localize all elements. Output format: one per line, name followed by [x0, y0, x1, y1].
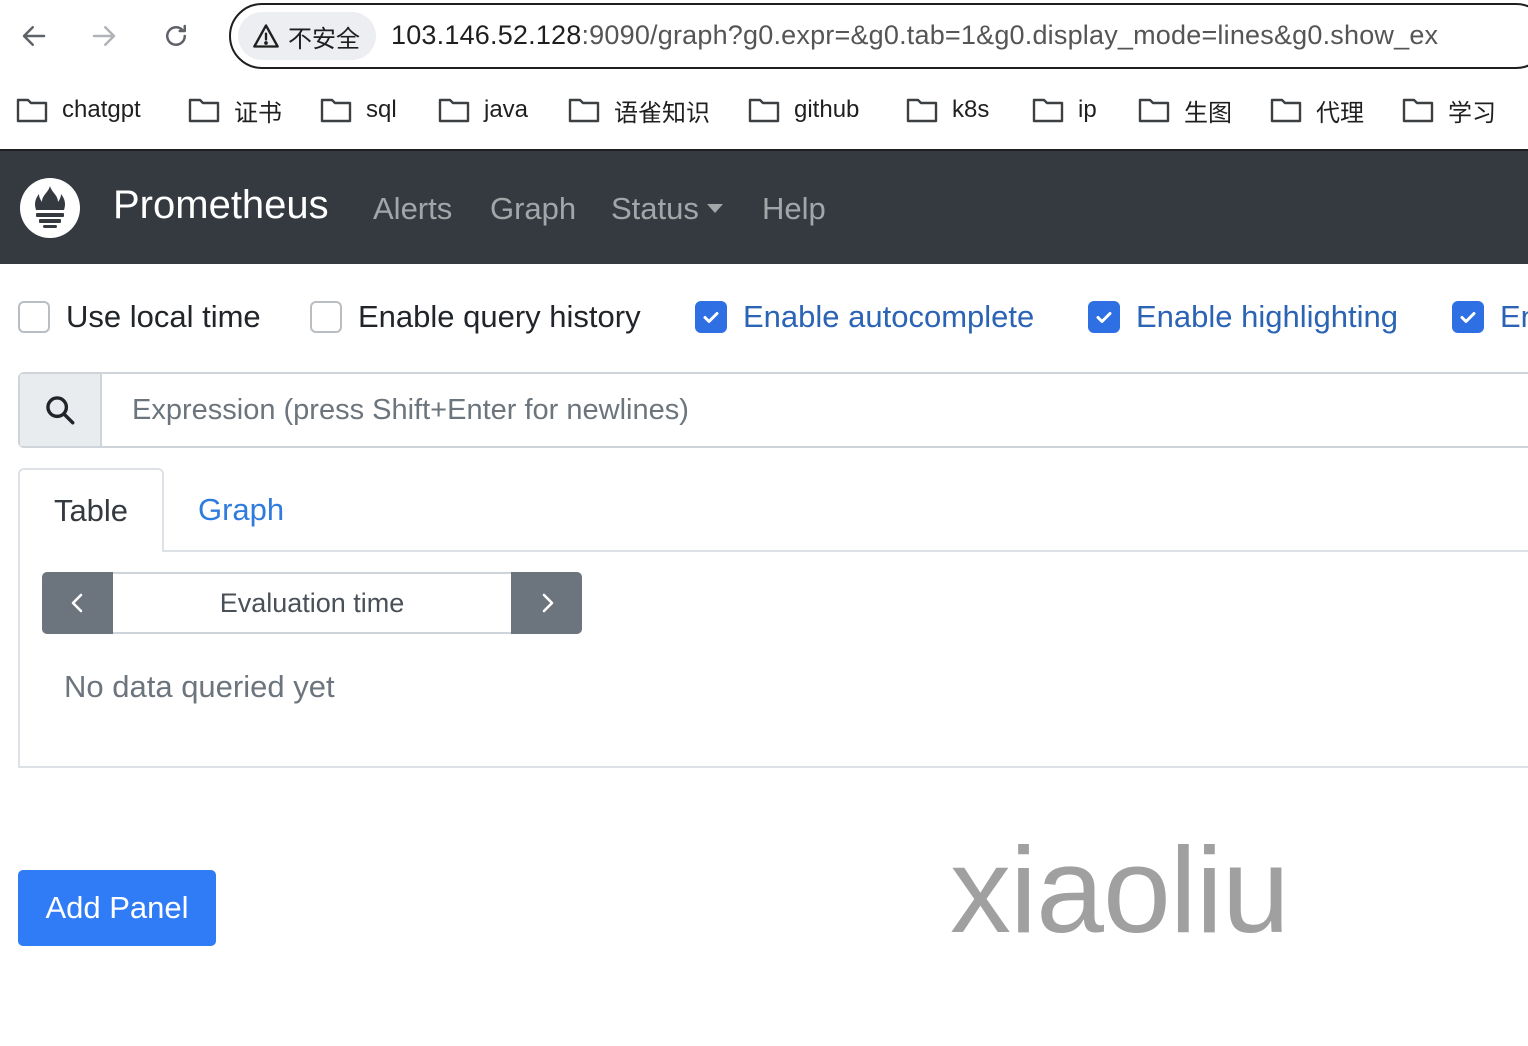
bookmark-label: 语雀知识 [614, 99, 710, 127]
flame-torch-icon [35, 186, 65, 228]
option-query-history[interactable]: Enable query history [310, 299, 641, 335]
brand-title[interactable]: Prometheus [113, 183, 329, 228]
bookmark-label: 学习 [1448, 99, 1496, 127]
tab-graph[interactable]: Graph [198, 492, 284, 528]
bookmark-folder[interactable]: k8s [906, 92, 989, 128]
bookmark-folder[interactable]: 语雀知识 [568, 92, 710, 128]
option-label: En [1500, 299, 1528, 334]
folder-icon [1138, 98, 1170, 123]
bookmark-label: k8s [952, 96, 990, 123]
folder-icon [1402, 98, 1434, 123]
bookmark-label: 证书 [234, 99, 282, 127]
evaluation-time-input[interactable] [113, 572, 511, 634]
checkbox-checked[interactable] [1452, 301, 1484, 333]
add-panel-button[interactable]: Add Panel [18, 870, 216, 946]
expression-input[interactable] [104, 374, 1524, 446]
checkbox-checked[interactable] [1088, 301, 1120, 333]
reload-button[interactable] [154, 14, 198, 58]
evaluation-time-control [42, 572, 582, 634]
next-time-button[interactable] [511, 572, 582, 634]
browser-toolbar: 不安全 103.146.52.128:9090/graph?g0.expr=&g… [0, 0, 1528, 72]
table-tab-content: No data queried yet [18, 550, 1528, 768]
prometheus-logo-icon[interactable] [20, 178, 80, 238]
nav-status-dropdown[interactable]: Status [611, 191, 723, 227]
url-text[interactable]: 103.146.52.128:9090/graph?g0.expr=&g0.ta… [391, 20, 1438, 51]
bookmark-folder[interactable]: github [748, 92, 859, 128]
expression-input-group [18, 372, 1528, 448]
bookmark-folder[interactable]: ip [1032, 92, 1097, 128]
tab-table[interactable]: Table [18, 468, 164, 552]
checkmark-icon [1096, 312, 1112, 323]
nav-alerts[interactable]: Alerts [373, 191, 452, 227]
security-label: 不安全 [288, 25, 360, 53]
reload-icon [166, 24, 186, 46]
checkmark-icon [703, 312, 719, 323]
bookmark-label: java [484, 96, 529, 123]
checkmark-icon [1460, 312, 1476, 323]
option-highlighting[interactable]: Enable highlighting [1088, 299, 1398, 335]
folder-icon [1270, 98, 1302, 123]
warning-icon [253, 24, 279, 48]
url-host: 103.146.52.128 [391, 20, 582, 50]
back-button[interactable] [12, 14, 56, 58]
no-data-message: No data queried yet [42, 654, 1528, 736]
bookmark-label: 生图 [1184, 99, 1232, 127]
bookmark-label: chatgpt [62, 96, 141, 123]
folder-icon [906, 98, 938, 123]
nav-help[interactable]: Help [762, 191, 826, 227]
security-indicator[interactable]: 不安全 [238, 12, 376, 60]
option-label: Enable query history [358, 299, 641, 334]
bookmark-label: ip [1078, 96, 1097, 123]
option-truncated[interactable]: En [1452, 299, 1528, 335]
watermark-text: xiaoliu [950, 822, 1290, 958]
forward-arrow-icon [92, 26, 116, 46]
nav-graph[interactable]: Graph [490, 191, 576, 227]
option-autocomplete[interactable]: Enable autocomplete [695, 299, 1034, 335]
option-label: Enable autocomplete [743, 299, 1035, 334]
folder-icon [748, 98, 780, 123]
bookmark-label: 代理 [1316, 99, 1364, 127]
bookmark-label: github [794, 96, 860, 123]
back-arrow-icon [22, 26, 46, 46]
forward-button[interactable] [82, 14, 126, 58]
url-path: :9090/graph?g0.expr=&g0.tab=1&g0.display… [581, 20, 1439, 50]
bookmark-folder[interactable]: java [438, 92, 528, 128]
checkbox-unchecked[interactable] [310, 301, 342, 333]
query-panel: Table Graph No data queried yet [18, 468, 1528, 768]
caret-down-icon [706, 204, 723, 213]
option-label: Enable highlighting [1136, 299, 1398, 334]
checkbox-checked[interactable] [695, 301, 727, 333]
chevron-left-icon [71, 593, 82, 613]
bookmark-folder[interactable]: 证书 [188, 92, 282, 128]
option-label: Use local time [66, 299, 261, 334]
folder-icon [16, 98, 48, 123]
nav-status-label: Status [611, 191, 699, 226]
folder-icon [438, 98, 470, 123]
bookmark-folder[interactable]: 代理 [1270, 92, 1364, 128]
folder-icon [188, 98, 220, 123]
bookmark-folder[interactable]: 学习 [1402, 92, 1496, 128]
folder-icon [1032, 98, 1064, 123]
option-use-local-time[interactable]: Use local time [18, 299, 261, 335]
prev-time-button[interactable] [42, 572, 113, 634]
address-bar[interactable]: 不安全 103.146.52.128:9090/graph?g0.expr=&g… [229, 3, 1528, 69]
prometheus-navbar: Prometheus Alerts Graph Status Help [0, 151, 1528, 264]
chevron-right-icon [542, 593, 553, 613]
checkbox-unchecked[interactable] [18, 301, 50, 333]
bookmark-folder[interactable]: 生图 [1138, 92, 1232, 128]
search-icon-box [20, 374, 102, 446]
bookmark-folder[interactable]: chatgpt [16, 92, 141, 128]
bookmark-folder[interactable]: sql [320, 92, 397, 128]
search-icon [46, 396, 75, 425]
bookmark-label: sql [366, 96, 397, 123]
folder-icon [320, 98, 352, 123]
folder-icon [568, 98, 600, 123]
